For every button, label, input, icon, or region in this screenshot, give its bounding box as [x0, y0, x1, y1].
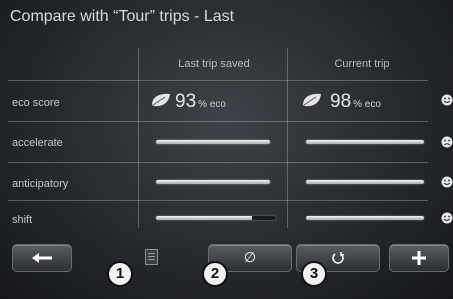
row-label-accelerate: accelerate: [12, 137, 63, 149]
callout-2: 2: [202, 261, 228, 287]
column-header-current-trip: Current trip: [334, 58, 390, 70]
last-eco-score: 93 % eco: [175, 91, 226, 113]
last-shift-bar: [156, 216, 276, 220]
reset-icon: [332, 252, 345, 264]
callout-3: 3: [301, 261, 327, 287]
back-button[interactable]: [12, 244, 72, 272]
column-header-last-trip: Last trip saved: [178, 58, 250, 70]
callout-1: 1: [107, 261, 133, 287]
column-divider: [287, 48, 288, 228]
document-icon: [145, 249, 158, 265]
row-divider: [8, 162, 428, 163]
current-accelerate-bar: [306, 140, 424, 144]
column-divider: [138, 48, 139, 228]
current-eco-score-value: 98: [330, 91, 352, 112]
last-eco-score-value: 93: [175, 91, 197, 112]
left-arrow-icon: [32, 253, 52, 263]
current-eco-score-unit: % eco: [353, 99, 381, 110]
current-anticipatory-bar: [306, 180, 424, 184]
current-eco-score: 98 % eco: [330, 91, 381, 113]
page-title: Compare with “Tour” trips - Last: [10, 8, 235, 25]
compare-trips-screen: Compare with “Tour” trips - Last Last tr…: [0, 0, 453, 299]
row-divider: [8, 121, 428, 122]
last-shift-bar-remainder: [252, 216, 276, 220]
row-label-shift: shift: [12, 214, 33, 226]
last-eco-score-unit: % eco: [198, 99, 226, 110]
row-label-eco-score: eco score: [12, 97, 60, 109]
eco-leaf-icon: [303, 93, 321, 107]
row-label-anticipatory: anticipatory: [12, 178, 69, 190]
last-accelerate-bar: [156, 140, 270, 144]
happy-smiley-icon: [441, 94, 453, 106]
add-button[interactable]: [389, 244, 449, 272]
eco-leaf-icon: [152, 93, 170, 107]
sad-smiley-icon: [441, 136, 453, 148]
happy-smiley-icon: [441, 212, 453, 224]
row-divider: [8, 80, 428, 81]
current-shift-bar: [306, 216, 424, 220]
plus-icon: [412, 251, 426, 265]
row-divider: [8, 200, 428, 201]
happy-smiley-icon: [441, 176, 453, 188]
last-anticipatory-bar: [156, 180, 270, 184]
